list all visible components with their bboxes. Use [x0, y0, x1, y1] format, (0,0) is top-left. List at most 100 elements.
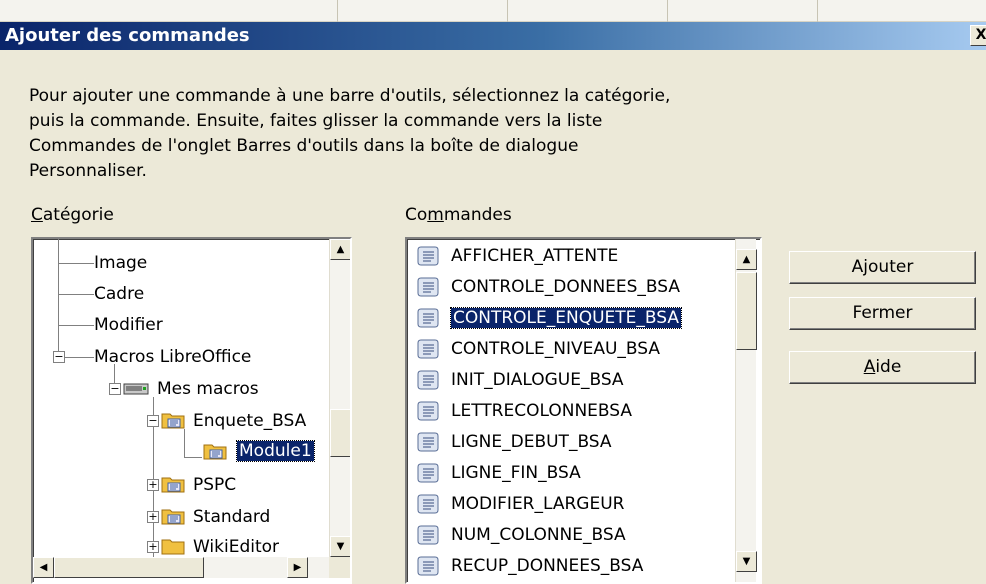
expander-glyph: + [148, 540, 158, 553]
commands-list[interactable]: AFFICHER_ATTENTE CONTROLE_DONNEES_BSA CONT… [405, 237, 762, 584]
background-toolbar-strip [0, 0, 986, 22]
collapse-icon[interactable]: − [53, 351, 65, 363]
command-label: INIT_DIALOGUE_BSA [451, 370, 624, 390]
close-button[interactable]: Fermer [789, 297, 976, 330]
command-item[interactable]: NUM_COLONNE_BSA [417, 519, 626, 551]
command-label-selected: CONTROLE_ENQUETE_BSA [449, 307, 683, 329]
commands-label-prefix: Co [405, 205, 428, 225]
instructions-line: Personnaliser. [29, 161, 147, 181]
expand-icon[interactable]: + [147, 541, 159, 553]
scroll-down-button[interactable]: ▼ [330, 536, 350, 557]
command-item[interactable]: INIT_DIALOGUE_BSA [417, 364, 624, 396]
command-item[interactable]: LIGNE_FIN_BSA [417, 457, 581, 489]
down-arrow-icon: ▼ [742, 556, 751, 567]
scroll-thumb[interactable] [736, 272, 757, 350]
macro-script-icon [417, 308, 439, 328]
expand-icon[interactable]: + [147, 479, 159, 491]
add-button[interactable]: Ajouter [789, 251, 976, 284]
macro-script-icon [417, 370, 439, 390]
command-item[interactable]: CONTROLE_ENQUETE_BSA [417, 302, 683, 334]
scroll-thumb[interactable] [330, 409, 350, 457]
tree-item-image[interactable]: Image [94, 247, 147, 279]
commands-label-rest: mandes [443, 205, 512, 225]
scroll-down-button[interactable]: ▼ [736, 551, 757, 572]
command-label: NUM_COLONNE_BSA [451, 525, 626, 545]
instructions-line: Pour ajouter une commande à une barre d'… [29, 86, 671, 106]
command-item[interactable]: AFFICHER_ATTENTE [417, 240, 618, 272]
tree-item-label: WikiEditor [193, 537, 280, 557]
scroll-thumb-horizontal[interactable] [54, 557, 204, 578]
tree-item-label: Image [94, 253, 148, 273]
collapse-icon[interactable]: − [109, 383, 121, 395]
tree-item-cadre[interactable]: Cadre [94, 278, 144, 310]
category-label: Catégorie [31, 205, 114, 225]
command-item[interactable]: LIGNE_DEBUT_BSA [417, 426, 612, 458]
macro-script-icon [417, 277, 439, 297]
scroll-up-button[interactable]: ▲ [330, 239, 350, 260]
command-item[interactable]: MODIFIER_LARGEUR [417, 488, 624, 520]
tree-connector [184, 429, 185, 457]
up-arrow-icon: ▲ [742, 254, 751, 265]
tree-item-pspc[interactable]: PSPC [193, 469, 236, 501]
command-label: CONTROLE_NIVEAU_BSA [451, 339, 661, 359]
background-segment [668, 0, 818, 22]
expander-glyph: − [148, 414, 158, 427]
dialog-title: Ajouter des commandes [5, 25, 250, 46]
tree-item-label: PSPC [193, 475, 237, 495]
macro-script-icon [417, 246, 439, 266]
command-label: CONTROLE_DONNEES_BSA [451, 277, 681, 297]
instructions-line: puis la commande. Ensuite, faites glisse… [29, 111, 603, 131]
command-item[interactable]: CONTROLE_DONNEES_BSA [417, 271, 680, 303]
category-label-rest: atégorie [42, 205, 114, 225]
tree-item-label: Mes macros [157, 379, 259, 399]
expander-glyph: − [110, 382, 120, 395]
scroll-right-button[interactable]: ▶ [287, 557, 308, 578]
scrollbar-corner [329, 557, 350, 578]
tree-connector [58, 263, 94, 264]
command-label: MODIFIER_LARGEUR [451, 494, 625, 514]
macro-library-icon [161, 413, 185, 429]
macro-script-icon [417, 494, 439, 514]
instructions-line: Commandes de l'onglet Barres d'outils da… [29, 136, 579, 156]
macro-script-icon [417, 401, 439, 421]
command-label: RECUP_DONNEES_BSA [451, 556, 644, 576]
command-item[interactable]: CONTROLE_NIVEAU_BSA [417, 333, 660, 365]
tree-connector [65, 357, 94, 358]
dialog-titlebar: Ajouter des commandes [0, 22, 986, 50]
help-mnemonic: A [863, 357, 876, 377]
commands-label-mnemonic: m [427, 205, 444, 225]
category-scrollbar-horizontal[interactable]: ◀ ▶ [33, 557, 329, 578]
command-item[interactable]: RECUP_DONNEES_BSA [417, 550, 643, 582]
command-label: AFFICHER_ATTENTE [451, 246, 619, 266]
scroll-up-button[interactable]: ▲ [736, 249, 757, 270]
expander-glyph: + [148, 510, 158, 523]
tree-connector [184, 457, 202, 458]
tree-item-module1[interactable]: Module1 [236, 435, 315, 467]
tree-connector [58, 325, 94, 326]
tree-connector [58, 294, 94, 295]
category-label-mnemonic: C [31, 205, 43, 225]
command-item[interactable]: LETTRECOLONNEBSA [417, 395, 632, 427]
expander-glyph: + [148, 478, 158, 491]
tree-item-label: Cadre [94, 284, 145, 304]
tree-item-standard[interactable]: Standard [193, 501, 270, 533]
tree-item-label: Standard [193, 507, 271, 527]
commands-scrollbar-vertical[interactable]: ▲ ▼ [735, 239, 757, 582]
macro-library-icon [161, 509, 185, 525]
tree-item-macros-libreoffice[interactable]: Macros LibreOffice [94, 341, 251, 373]
background-segment [0, 0, 338, 22]
commands-label: Commandes [405, 205, 512, 225]
scroll-left-button[interactable]: ◀ [33, 557, 54, 578]
command-label: LIGNE_FIN_BSA [451, 463, 581, 483]
help-button[interactable]: Aide [789, 351, 976, 384]
collapse-icon[interactable]: − [147, 415, 159, 427]
command-label: LIGNE_DEBUT_BSA [451, 432, 612, 452]
tree-item-mes-macros[interactable]: Mes macros [157, 373, 259, 405]
tree-item-modifier[interactable]: Modifier [94, 309, 163, 341]
close-dialog-button[interactable]: X [970, 25, 986, 46]
category-scrollbar-vertical[interactable]: ▲ ▼ [329, 239, 350, 557]
down-arrow-icon: ▼ [336, 541, 345, 552]
category-tree[interactable]: Image Cadre Modifier − Macros LibreOffic… [31, 237, 352, 584]
macro-script-icon [417, 432, 439, 452]
expand-icon[interactable]: + [147, 511, 159, 523]
